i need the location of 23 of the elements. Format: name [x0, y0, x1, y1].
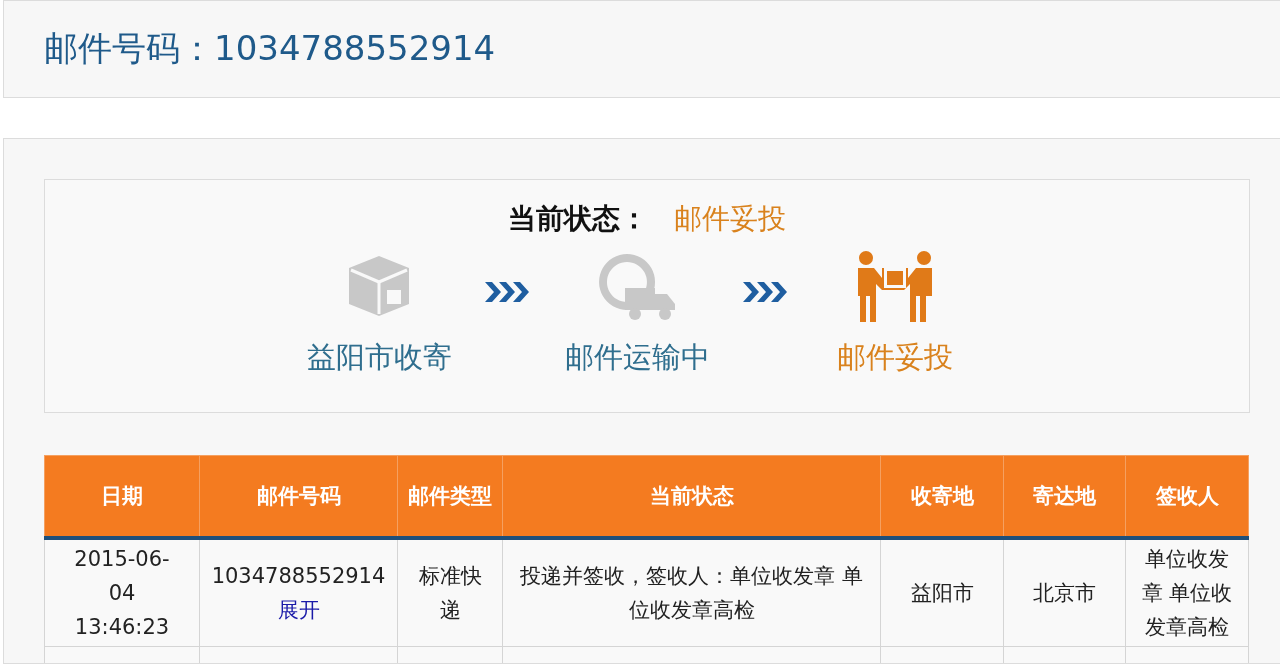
status-value: 邮件妥投 [674, 201, 786, 237]
step-label: 益阳市收寄 [306, 339, 452, 376]
arrows-icon [485, 280, 531, 304]
table-cell: 北京市 [1003, 538, 1126, 647]
arrows-icon [743, 280, 789, 304]
status-label: 当前状态： [508, 201, 648, 237]
column-header: 当前状态 [502, 455, 881, 538]
step-label: 邮件妥投 [837, 339, 953, 376]
mail-number: 1034788552914 [210, 563, 387, 590]
column-header: 日期 [44, 455, 200, 538]
table-cell: 益阳市 [880, 538, 1004, 647]
expand-link[interactable]: 展开 [200, 593, 397, 627]
step-label: 邮件运输中 [564, 339, 710, 376]
table-cell: 标准快递 [397, 538, 503, 647]
table-cell: 2015-06-04 13:46:23 [44, 538, 200, 647]
column-header: 邮件类型 [397, 455, 503, 538]
column-header: 签收人 [1125, 455, 1249, 538]
table-cell: 投递并签收，签收人：单位收发章 单位收发章高检 [502, 538, 881, 647]
table-cell: 单位收发章 单位收发章高检 [1125, 538, 1249, 647]
column-header: 邮件号码 [199, 455, 398, 538]
column-header: 寄达地 [1003, 455, 1126, 538]
column-header: 收寄地 [880, 455, 1004, 538]
mail-number-title: 邮件号码：1034788552914 [44, 27, 496, 70]
